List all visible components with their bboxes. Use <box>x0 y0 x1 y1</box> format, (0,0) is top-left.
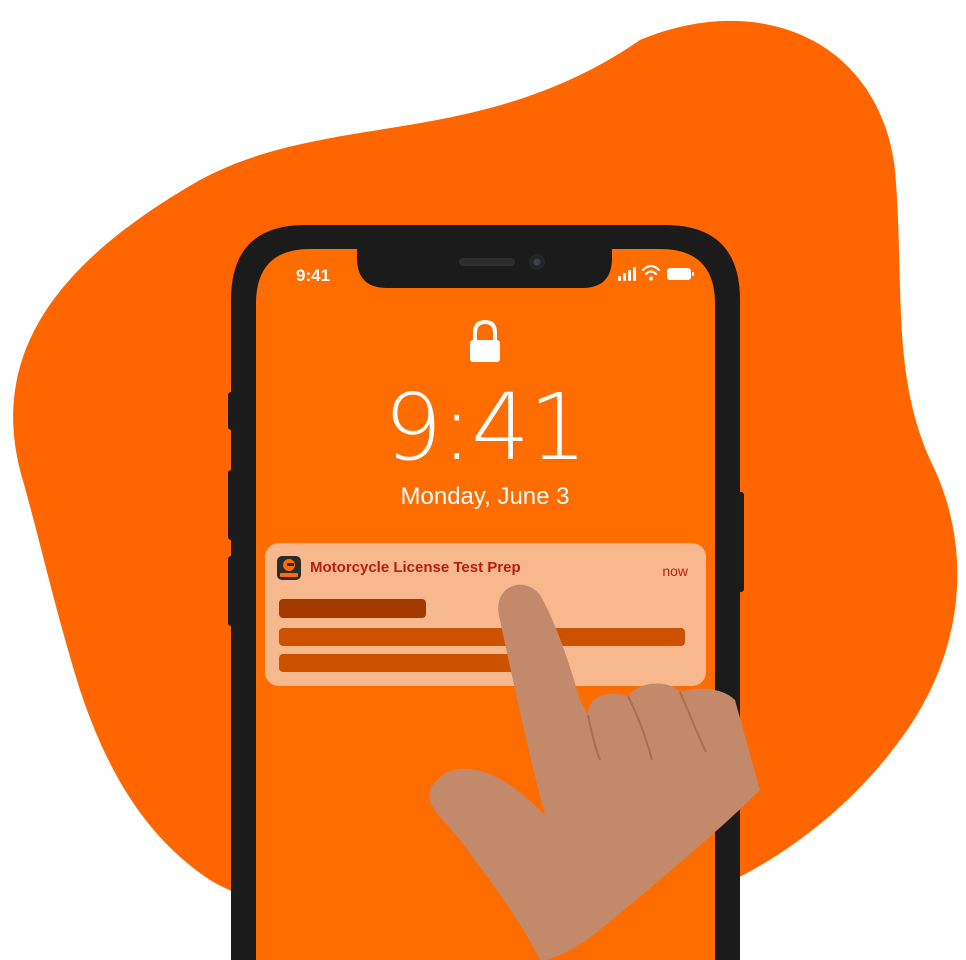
notification-placeholder-line <box>279 654 539 672</box>
notification-placeholder-line <box>279 628 685 646</box>
lock-screen-date: Monday, June 3 <box>400 483 570 510</box>
speaker-grille <box>459 258 515 266</box>
notification-placeholder-title <box>279 599 426 618</box>
status-bar-time: 9:41 <box>296 266 331 285</box>
moto-app-icon <box>277 556 301 580</box>
battery-icon <box>667 268 694 280</box>
notification-app-name: Motorcycle License Test Prep <box>310 559 521 576</box>
notification-timestamp: now <box>662 563 688 579</box>
lock-screen-clock: 9:41 <box>383 374 588 481</box>
